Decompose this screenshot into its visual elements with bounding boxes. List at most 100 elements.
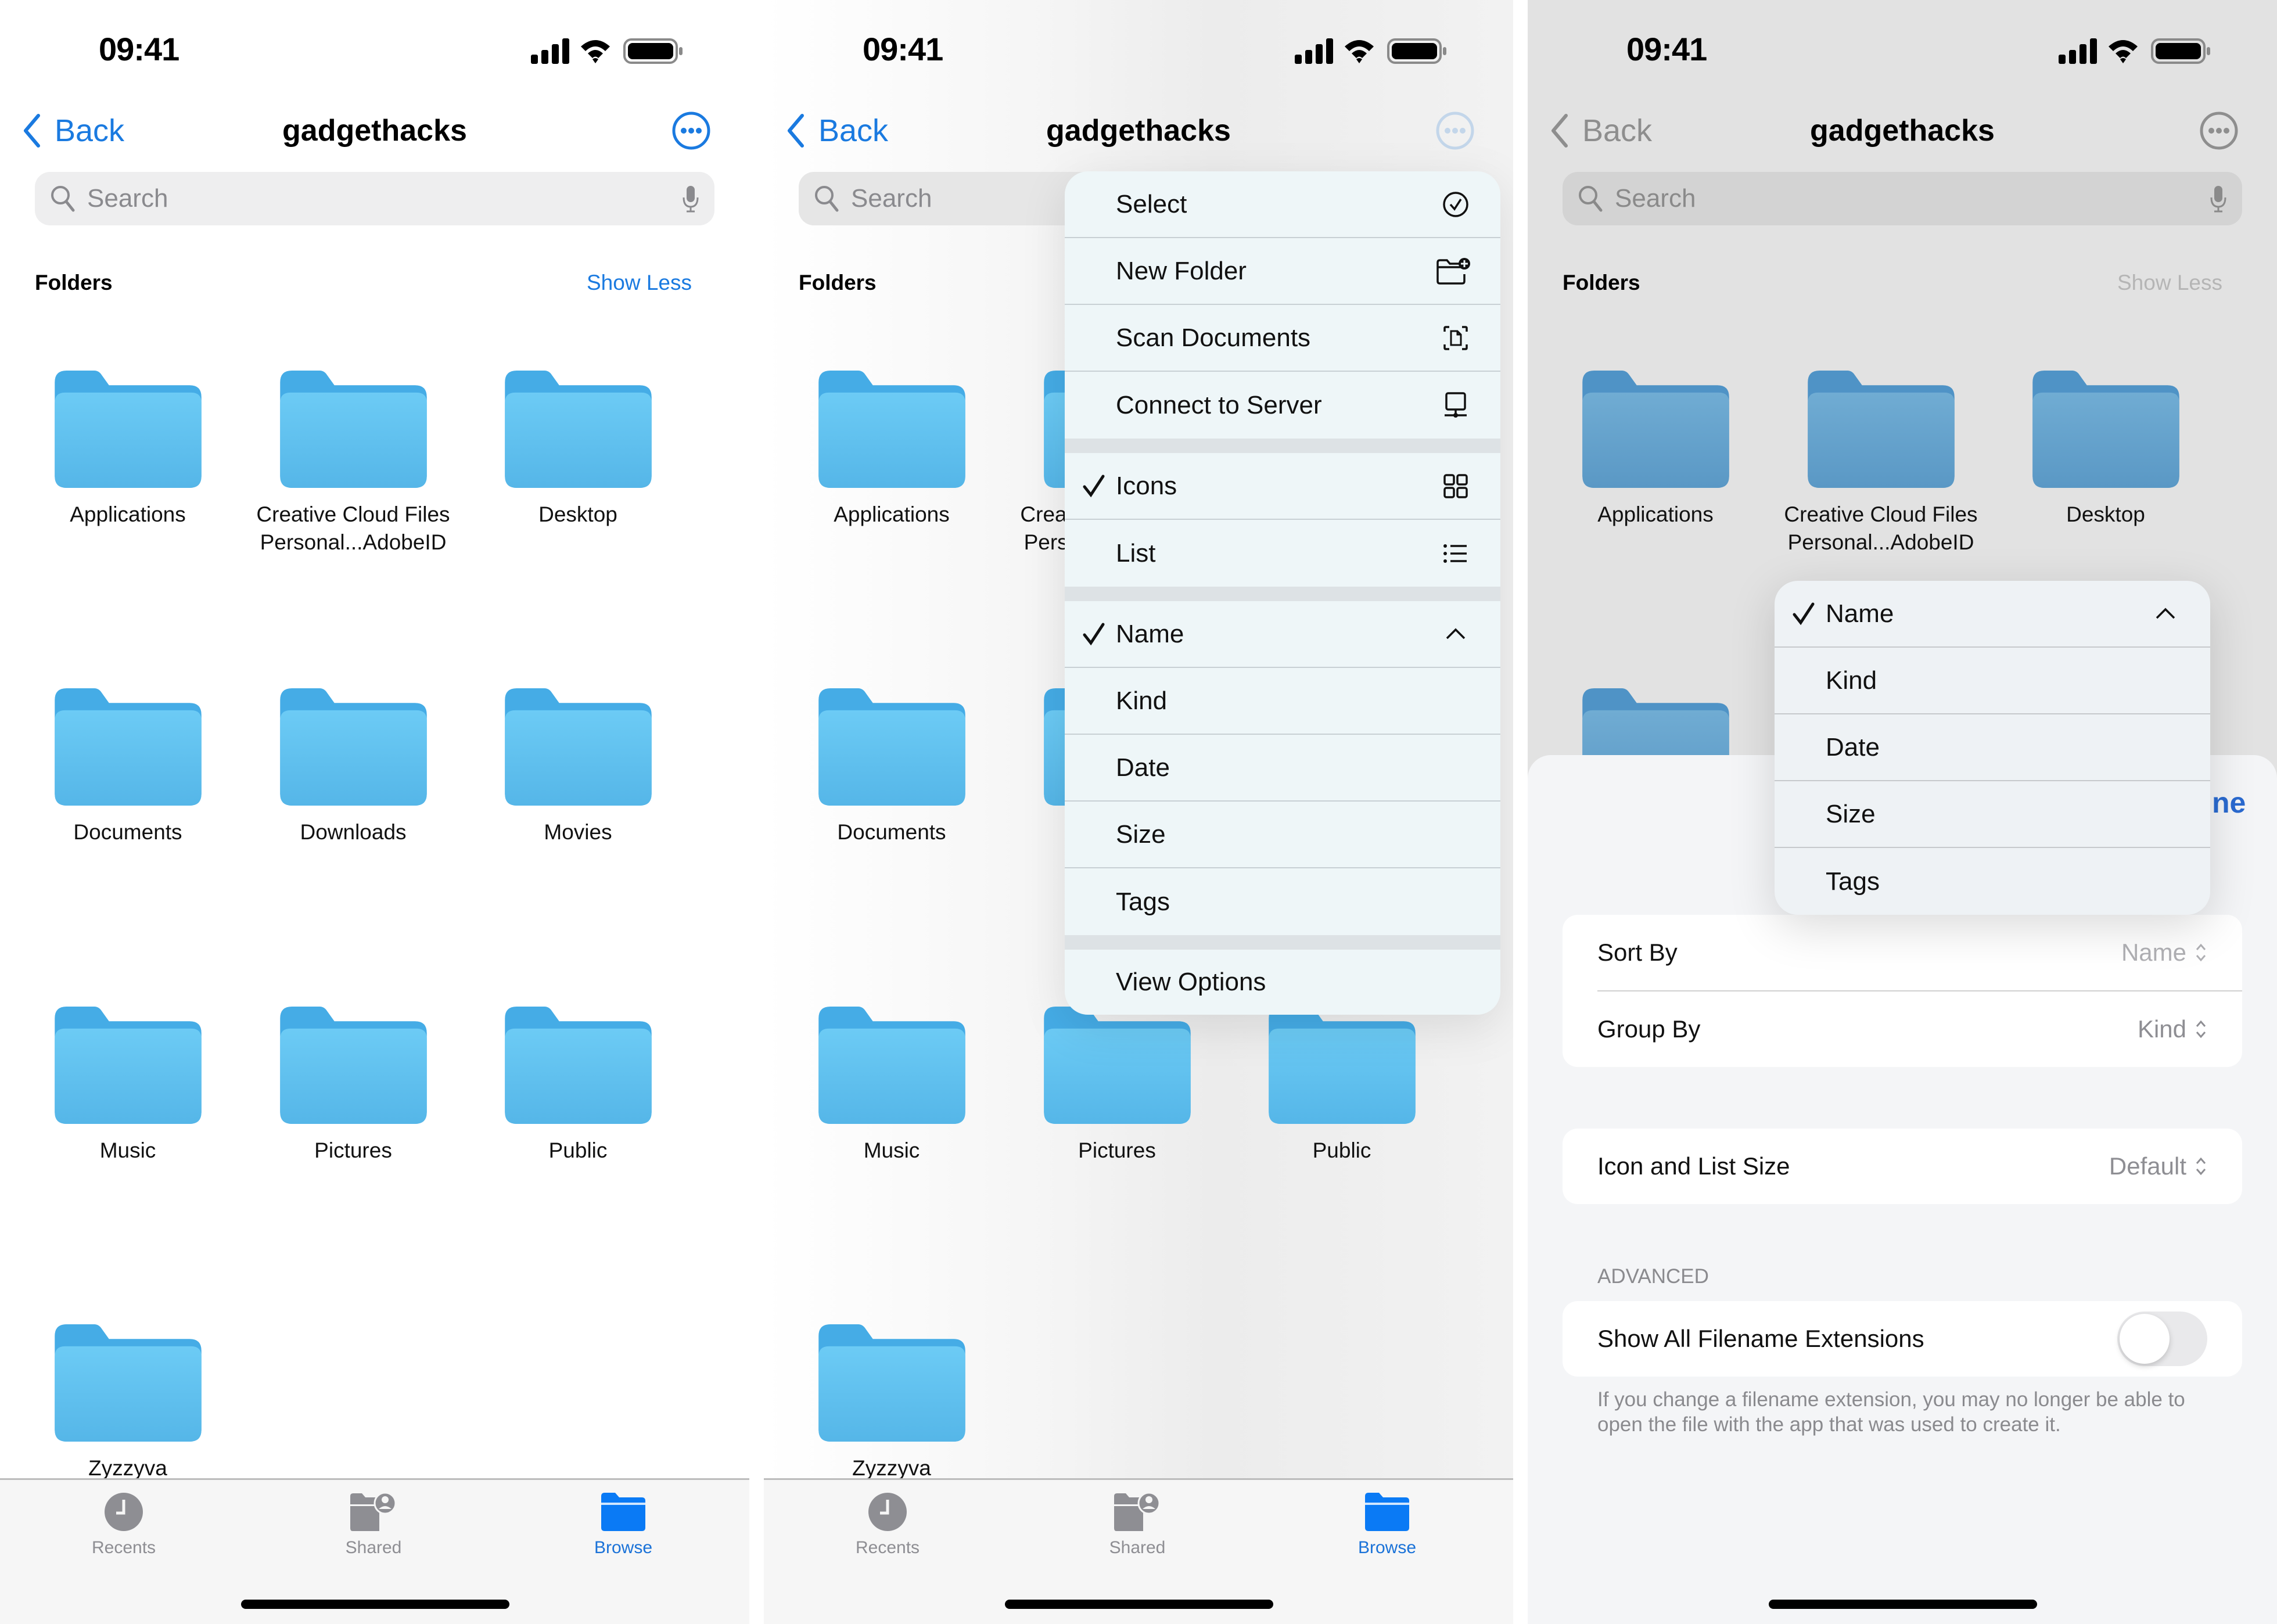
- done-button[interactable]: ne: [2212, 786, 2246, 820]
- menu-item-label: Date: [1116, 753, 1170, 782]
- menu-item-sort-date[interactable]: Date: [1065, 735, 1500, 802]
- home-indicator: [241, 1600, 509, 1609]
- folder-name: Creative Cloud Files Personal...AdobeID: [1765, 501, 1997, 556]
- folder-name: Public: [548, 1138, 608, 1162]
- tab-recents[interactable]: Recents: [37, 1492, 211, 1558]
- sort-by-row[interactable]: Sort By Name: [1563, 915, 2242, 990]
- folder-icon: [1582, 371, 1729, 488]
- clock-icon: [868, 1493, 907, 1531]
- home-indicator: [1005, 1600, 1273, 1609]
- menu-item-scan-documents[interactable]: Scan Documents: [1065, 305, 1500, 372]
- menu-item-label: Scan Documents: [1116, 323, 1311, 352]
- menu-item-sort-tags[interactable]: Tags: [1065, 868, 1500, 935]
- folder-item[interactable]: Creative Cloud Files Personal...AdobeID: [237, 371, 469, 556]
- folder-item[interactable]: Public: [1226, 1007, 1458, 1165]
- sort-by-label: Sort By: [1597, 939, 1678, 966]
- folder-item[interactable]: Pictures: [237, 1007, 469, 1165]
- menu-item-label: Tags: [1116, 887, 1170, 916]
- dropdown-item-name[interactable]: Name: [1775, 581, 2210, 648]
- folder-item[interactable]: Movies: [462, 688, 694, 846]
- folder-icon: [280, 1007, 427, 1124]
- folder-item[interactable]: Creative Cloud Files Personal...AdobeID: [1765, 371, 1997, 556]
- show-extensions-row: Show All Filename Extensions: [1563, 1301, 2242, 1377]
- menu-item-label: Icons: [1116, 471, 1177, 500]
- menu-separator: [1065, 935, 1500, 950]
- folder-item[interactable]: Public: [462, 1007, 694, 1165]
- status-time: 09:41: [1626, 31, 1707, 67]
- folder-item[interactable]: Zyzzyva: [12, 1324, 244, 1482]
- folder-item[interactable]: Applications: [775, 371, 1008, 529]
- icon-size-label: Icon and List Size: [1597, 1152, 1790, 1180]
- page-title: gadgethacks: [282, 114, 467, 148]
- folder-name: Desktop: [538, 502, 617, 526]
- dropdown-item-date[interactable]: Date: [1775, 714, 2210, 781]
- status-time: 09:41: [863, 31, 943, 67]
- search-field[interactable]: Search: [1563, 172, 2242, 225]
- clock-icon: [105, 1493, 143, 1531]
- search-field[interactable]: Search: [35, 172, 714, 225]
- menu-item-connect-to-server[interactable]: Connect to Server: [1065, 372, 1500, 439]
- search-placeholder: Search: [87, 184, 168, 213]
- view-options-screen: 09:41 Back gadgethacks Search Folders Sh…: [1528, 0, 2277, 1624]
- dropdown-item-kind[interactable]: Kind: [1775, 648, 2210, 714]
- tab-shared[interactable]: Shared: [286, 1492, 461, 1558]
- sort-by-value-text: Name: [2121, 939, 2186, 966]
- tab-browse[interactable]: Browse: [536, 1492, 710, 1558]
- menu-separator: [1065, 439, 1500, 453]
- folder-item[interactable]: Desktop: [462, 371, 694, 529]
- folder-item[interactable]: Applications: [1539, 371, 1772, 529]
- folder-name: Applications: [1597, 502, 1714, 526]
- folder-name-line: Personal...AdobeID: [260, 530, 447, 554]
- folder-icon: [55, 688, 202, 806]
- grid-icon: [1443, 473, 1468, 498]
- menu-item-select[interactable]: Select: [1065, 171, 1500, 238]
- icon-list-size-row[interactable]: Icon and List Size Default: [1563, 1129, 2242, 1204]
- list-bullet-icon: [1443, 544, 1467, 563]
- menu-item-sort-kind[interactable]: Kind: [1065, 668, 1500, 735]
- dropdown-item-size[interactable]: Size: [1775, 781, 2210, 848]
- folder-name: Documents: [837, 820, 946, 844]
- menu-item-list[interactable]: List: [1065, 520, 1500, 587]
- folder-item[interactable]: Documents: [775, 688, 1008, 846]
- folder-item[interactable]: Documents: [12, 688, 244, 846]
- ellipsis-circle-icon[interactable]: [1435, 110, 1475, 151]
- tab-shared[interactable]: Shared: [1050, 1492, 1224, 1558]
- menu-item-sort-size[interactable]: Size: [1065, 802, 1500, 868]
- folder-icon: [1365, 1493, 1409, 1531]
- ellipsis-circle-icon[interactable]: [671, 110, 712, 151]
- folder-icon: [1044, 1007, 1191, 1124]
- menu-item-new-folder[interactable]: New Folder: [1065, 238, 1500, 305]
- folder-item[interactable]: Pictures: [1001, 1007, 1233, 1165]
- folder-item[interactable]: Desktop: [1989, 371, 2222, 529]
- section-title: Folders: [35, 271, 113, 294]
- menu-item-sort-name[interactable]: Name: [1065, 601, 1500, 668]
- folder-name: Creative Cloud Files Personal...AdobeID: [237, 501, 469, 556]
- dropdown-item-tags[interactable]: Tags: [1775, 848, 2210, 915]
- microphone-icon[interactable]: [2210, 185, 2227, 213]
- folder-item[interactable]: Music: [12, 1007, 244, 1165]
- magnifying-glass-icon: [51, 186, 75, 212]
- group-by-row[interactable]: Group By Kind: [1563, 991, 2242, 1067]
- show-less-button[interactable]: Show Less: [2117, 271, 2222, 295]
- folder-icon: [505, 371, 652, 488]
- folder-item[interactable]: Downloads: [237, 688, 469, 846]
- show-extensions-toggle[interactable]: [2117, 1312, 2207, 1366]
- sort-dropdown: Name Kind Date Size Tags: [1775, 581, 2210, 915]
- folder-item[interactable]: Applications: [12, 371, 244, 529]
- menu-item-icons[interactable]: Icons: [1065, 453, 1500, 520]
- tab-recents[interactable]: Recents: [800, 1492, 975, 1558]
- checkmark-icon: [1083, 623, 1105, 646]
- files-browse-screen: 09:41 Back gadgethacks Search Folders Sh…: [0, 0, 749, 1624]
- checkmark-icon: [1793, 602, 1815, 626]
- menu-item-view-options[interactable]: View Options: [1065, 950, 1500, 1015]
- menu-item-label: Name: [1116, 619, 1184, 648]
- ellipsis-circle-icon[interactable]: [2199, 110, 2239, 151]
- tab-browse[interactable]: Browse: [1300, 1492, 1474, 1558]
- microphone-icon[interactable]: [682, 185, 699, 213]
- status-time: 09:41: [99, 31, 179, 67]
- search-placeholder: Search: [1615, 184, 1696, 213]
- show-less-button[interactable]: Show Less: [587, 271, 692, 295]
- extensions-footnote: If you change a filename extension, you …: [1597, 1388, 2185, 1436]
- folder-item[interactable]: Zyzzyva: [775, 1324, 1008, 1482]
- folder-item[interactable]: Music: [775, 1007, 1008, 1165]
